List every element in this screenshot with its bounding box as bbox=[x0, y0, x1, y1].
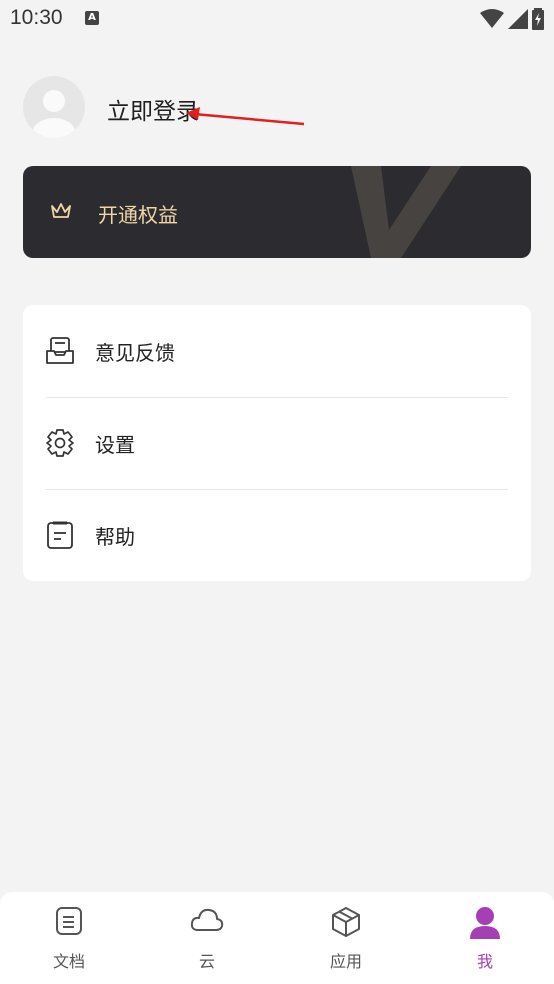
cube-box-icon bbox=[332, 907, 360, 937]
annotation-arrow-icon bbox=[186, 107, 305, 126]
status-icons bbox=[480, 8, 544, 30]
menu-item-label: 意见反馈 bbox=[95, 341, 175, 365]
tab-documents[interactable]: 文档 bbox=[0, 892, 138, 984]
default-user-avatar-icon[interactable] bbox=[23, 76, 85, 138]
person-icon bbox=[470, 907, 500, 939]
document-icon bbox=[56, 907, 82, 935]
battery-charging-icon bbox=[532, 8, 544, 30]
a-icon: A bbox=[85, 11, 99, 25]
status-bar: 10:30 A bbox=[0, 0, 554, 38]
menu-item-help[interactable]: 帮助 bbox=[23, 489, 531, 581]
tab-label: 应用 bbox=[329, 952, 362, 971]
feedback-inbox-icon bbox=[46, 337, 74, 364]
vip-label: 开通权益 bbox=[98, 203, 178, 227]
menu-item-feedback[interactable]: 意见反馈 bbox=[23, 305, 531, 397]
help-document-icon bbox=[47, 521, 73, 549]
wifi-icon bbox=[480, 9, 504, 28]
tab-label: 云 bbox=[198, 952, 215, 971]
gear-icon bbox=[46, 429, 74, 457]
bottom-tab-bar: 文档 云 应用 我 bbox=[0, 892, 554, 984]
tab-label: 我 bbox=[476, 952, 493, 971]
tab-label: 文档 bbox=[52, 952, 85, 971]
menu-item-label: 设置 bbox=[95, 433, 135, 457]
cellular-signal-icon bbox=[508, 9, 528, 29]
status-time: 10:30 bbox=[10, 6, 63, 29]
menu-item-settings[interactable]: 设置 bbox=[23, 397, 531, 489]
cloud-icon bbox=[190, 908, 224, 931]
menu-card: 意见反馈 设置 帮助 bbox=[23, 305, 531, 581]
v-logo-decoration-icon bbox=[351, 166, 461, 258]
tab-me[interactable]: 我 bbox=[416, 892, 554, 984]
crown-icon bbox=[51, 203, 71, 218]
tab-apps[interactable]: 应用 bbox=[277, 892, 415, 984]
vip-benefits-card[interactable]: 开通权益 bbox=[23, 166, 531, 258]
menu-item-label: 帮助 bbox=[95, 525, 135, 549]
tab-cloud[interactable]: 云 bbox=[138, 892, 276, 984]
